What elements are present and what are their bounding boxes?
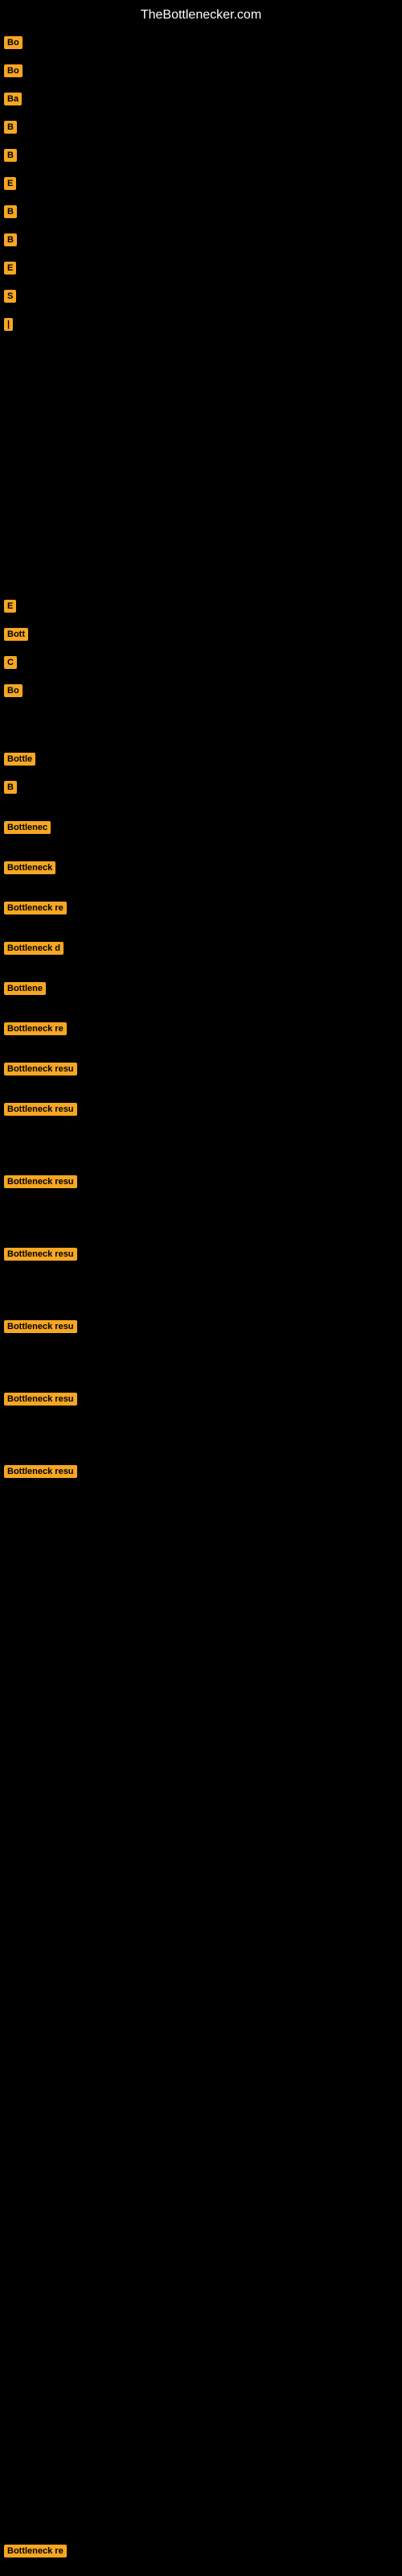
orange-badge: Bottleneck d	[4, 942, 64, 955]
list-item: Bottle	[0, 751, 44, 767]
orange-badge: Bottleneck resu	[4, 1465, 77, 1478]
list-item: S	[0, 288, 25, 304]
list-item: |	[0, 316, 22, 332]
orange-badge: Bottleneck resu	[4, 1175, 77, 1188]
orange-badge: S	[4, 290, 16, 303]
list-item: Bottleneck re	[0, 900, 76, 916]
orange-badge: Bottleneck resu	[4, 1393, 77, 1406]
orange-badge: B	[4, 149, 17, 162]
orange-badge: Ba	[4, 93, 22, 105]
list-item: Bottleneck resu	[0, 1319, 86, 1335]
list-item: Bott	[0, 626, 37, 642]
list-item: Bottleneck re	[0, 1021, 76, 1037]
list-item: Bottleneck d	[0, 940, 72, 956]
list-item: Bottleneck	[0, 860, 64, 876]
orange-badge: B	[4, 121, 17, 134]
orange-badge: Bottleneck resu	[4, 1320, 77, 1333]
list-item: E	[0, 175, 25, 192]
orange-badge: B	[4, 233, 17, 246]
orange-badge: Bottlenec	[4, 821, 51, 834]
list-item: Bo	[0, 683, 31, 699]
orange-badge: E	[4, 262, 16, 275]
list-item: B	[0, 779, 26, 795]
orange-badge: E	[4, 177, 16, 190]
list-item: Bo	[0, 35, 31, 51]
list-item: B	[0, 119, 26, 135]
orange-badge: Bottleneck	[4, 861, 55, 874]
list-item: Bottleneck resu	[0, 1463, 86, 1480]
orange-badge: Bo	[4, 684, 23, 697]
orange-badge: Bo	[4, 64, 23, 77]
content-area: Bo Bo Ba B B E B B E S | E Bott C Bo Bottle B Bottlenec Bo…	[0, 27, 402, 2562]
orange-badge: Bottleneck re	[4, 902, 67, 914]
list-item: Ba	[0, 91, 31, 107]
list-item: Bottleneck resu	[0, 1061, 86, 1077]
list-item: B	[0, 232, 26, 248]
orange-badge: |	[4, 318, 13, 331]
orange-badge: Bottle	[4, 753, 35, 766]
orange-badge: Bottleneck resu	[4, 1103, 77, 1116]
list-item: Bo	[0, 63, 31, 79]
list-item: C	[0, 654, 26, 671]
list-item: E	[0, 260, 25, 276]
orange-badge: Bo	[4, 36, 23, 49]
list-item: Bottleneck resu	[0, 1101, 86, 1117]
list-item: E	[0, 598, 25, 614]
orange-badge: C	[4, 656, 17, 669]
list-item: Bottleneck resu	[0, 1174, 86, 1190]
site-title: TheBottlenecker.com	[0, 0, 402, 27]
orange-badge: Bottleneck resu	[4, 1063, 77, 1075]
list-item: Bottleneck resu	[0, 1391, 86, 1407]
list-item: Bottlene	[0, 980, 55, 997]
orange-badge: Bottleneck re	[4, 1022, 67, 1035]
orange-badge: E	[4, 600, 16, 613]
list-item: Bottleneck resu	[0, 1246, 86, 1262]
orange-badge: Bottleneck re	[4, 2545, 67, 2557]
list-item: B	[0, 204, 26, 220]
orange-badge: Bottleneck resu	[4, 1248, 77, 1261]
list-item: B	[0, 147, 26, 163]
site-title-text: TheBottlenecker.com	[141, 8, 261, 22]
list-item: Bottleneck re	[0, 2543, 76, 2559]
orange-badge: Bottlene	[4, 982, 46, 995]
orange-badge: B	[4, 205, 17, 218]
orange-badge: B	[4, 781, 17, 794]
orange-badge: Bott	[4, 628, 28, 641]
list-item: Bottlenec	[0, 819, 59, 836]
